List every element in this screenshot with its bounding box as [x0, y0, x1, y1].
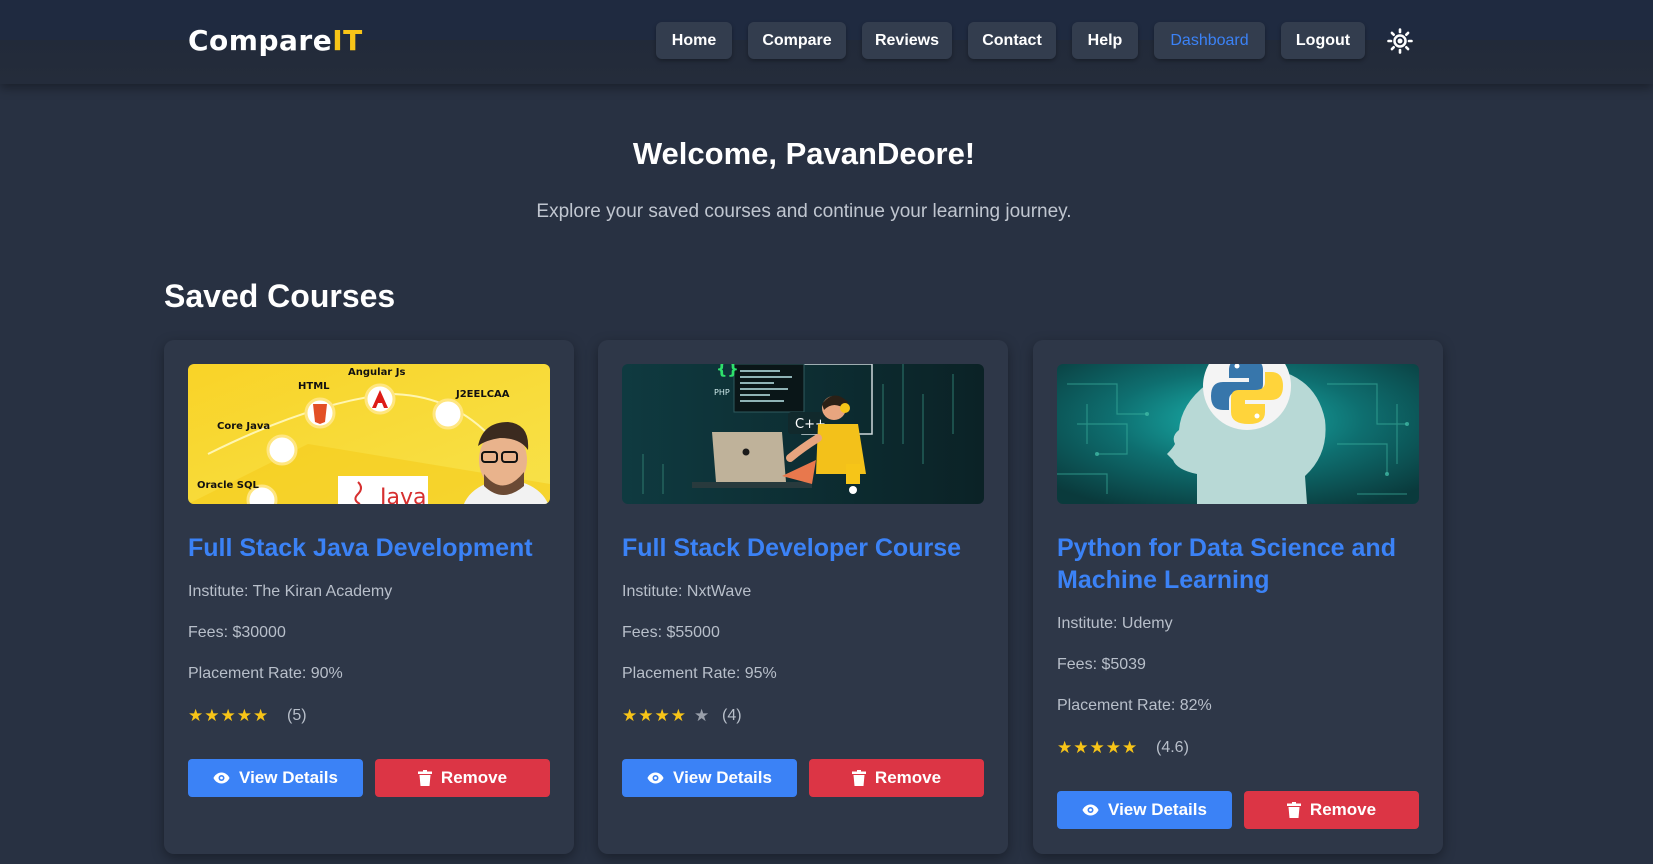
course-card-python: Python for Data Science and Machine Lear…: [1033, 340, 1443, 854]
nav-help-button[interactable]: Help: [1072, 22, 1138, 59]
course-placement-rate: Placement Rate: 82%: [1057, 697, 1212, 714]
top-navbar: CompareIT Home Compare Reviews Contact H…: [0, 0, 1653, 84]
star-full-icons: ★★★★★: [1057, 738, 1139, 757]
course-image-java: Angular Js HTML J2EELCAA Core Java Oracl…: [188, 364, 550, 504]
brand-logo[interactable]: CompareIT: [188, 24, 363, 57]
course-title[interactable]: Full Stack Developer Course: [622, 532, 984, 564]
course-fees: Fees: $5039: [1057, 656, 1146, 673]
rating-value: (4): [722, 707, 742, 724]
course-fees: Fees: $30000: [188, 624, 286, 641]
eye-icon: [213, 772, 230, 784]
star-full-icons: ★★★★: [622, 706, 687, 725]
view-details-button[interactable]: View Details: [622, 759, 797, 797]
rating-stars: ★★★★★: [622, 706, 710, 726]
rating-value: (4.6): [1156, 739, 1189, 756]
brand-name-accent: IT: [332, 24, 363, 57]
image-label-core-java: Core Java: [217, 421, 270, 432]
nav-logout-button[interactable]: Logout: [1281, 22, 1365, 59]
nav-home-button[interactable]: Home: [656, 22, 732, 59]
brand-name-main: Compare: [188, 24, 333, 57]
remove-label: Remove: [874, 768, 942, 787]
remove-button[interactable]: Remove: [1244, 791, 1419, 829]
nav-compare-button[interactable]: Compare: [748, 22, 846, 59]
image-label-oracle: Oracle SQL: [197, 480, 260, 491]
svg-text:{}: {}: [716, 364, 739, 378]
remove-button[interactable]: Remove: [809, 759, 984, 797]
trash-icon: [851, 770, 866, 786]
image-label-html: HTML: [298, 381, 330, 392]
course-title[interactable]: Python for Data Science and Machine Lear…: [1057, 532, 1419, 596]
remove-label: Remove: [1309, 800, 1377, 819]
course-title[interactable]: Full Stack Java Development: [188, 532, 550, 564]
rating-stars: ★★★★★: [1057, 738, 1138, 758]
view-details-label: View Details: [673, 768, 772, 787]
view-details-button[interactable]: View Details: [188, 759, 363, 797]
course-fees: Fees: $55000: [622, 624, 720, 641]
remove-button[interactable]: Remove: [375, 759, 550, 797]
course-image-fullstack: {} PHP C++: [622, 364, 984, 504]
image-label-angular: Angular Js: [348, 367, 405, 378]
eye-icon: [647, 772, 664, 784]
course-institute: Institute: NxtWave: [622, 583, 752, 600]
course-institute: Institute: Udemy: [1057, 615, 1173, 632]
view-details-label: View Details: [1108, 800, 1207, 819]
view-details-button[interactable]: View Details: [1057, 791, 1232, 829]
course-card-fullstack: {} PHP C++ Full Stack Developer Course I…: [598, 340, 1008, 854]
nav-contact-button[interactable]: Contact: [968, 22, 1056, 59]
image-label-java-logo: Java: [378, 485, 426, 504]
welcome-heading: Welcome, PavanDeore!: [632, 136, 976, 171]
rating-value: (5): [287, 707, 307, 724]
welcome-subtitle: Explore your saved courses and continue …: [536, 201, 1072, 222]
view-details-label: View Details: [239, 768, 338, 787]
course-image-python: [1057, 364, 1419, 504]
nav-dashboard-button[interactable]: Dashboard: [1154, 22, 1265, 59]
star-full-icons: ★★★★★: [188, 706, 270, 725]
star-empty-icon: ★: [693, 706, 711, 725]
image-label-php: PHP: [714, 388, 730, 397]
rating-stars: ★★★★★: [188, 706, 269, 726]
saved-courses-heading: Saved Courses: [164, 278, 396, 314]
course-placement-rate: Placement Rate: 90%: [188, 665, 343, 682]
course-placement-rate: Placement Rate: 95%: [622, 665, 777, 682]
remove-label: Remove: [440, 768, 508, 787]
theme-toggle-button[interactable]: [1387, 28, 1413, 54]
eye-icon: [1082, 804, 1099, 816]
image-label-j2ee: J2EELCAA: [455, 389, 510, 400]
nav-reviews-button[interactable]: Reviews: [862, 22, 952, 59]
trash-icon: [1286, 802, 1301, 818]
sun-icon: [1387, 28, 1413, 54]
trash-icon: [417, 770, 432, 786]
course-institute: Institute: The Kiran Academy: [188, 583, 393, 600]
course-card-java: Angular Js HTML J2EELCAA Core Java Oracl…: [164, 340, 574, 854]
